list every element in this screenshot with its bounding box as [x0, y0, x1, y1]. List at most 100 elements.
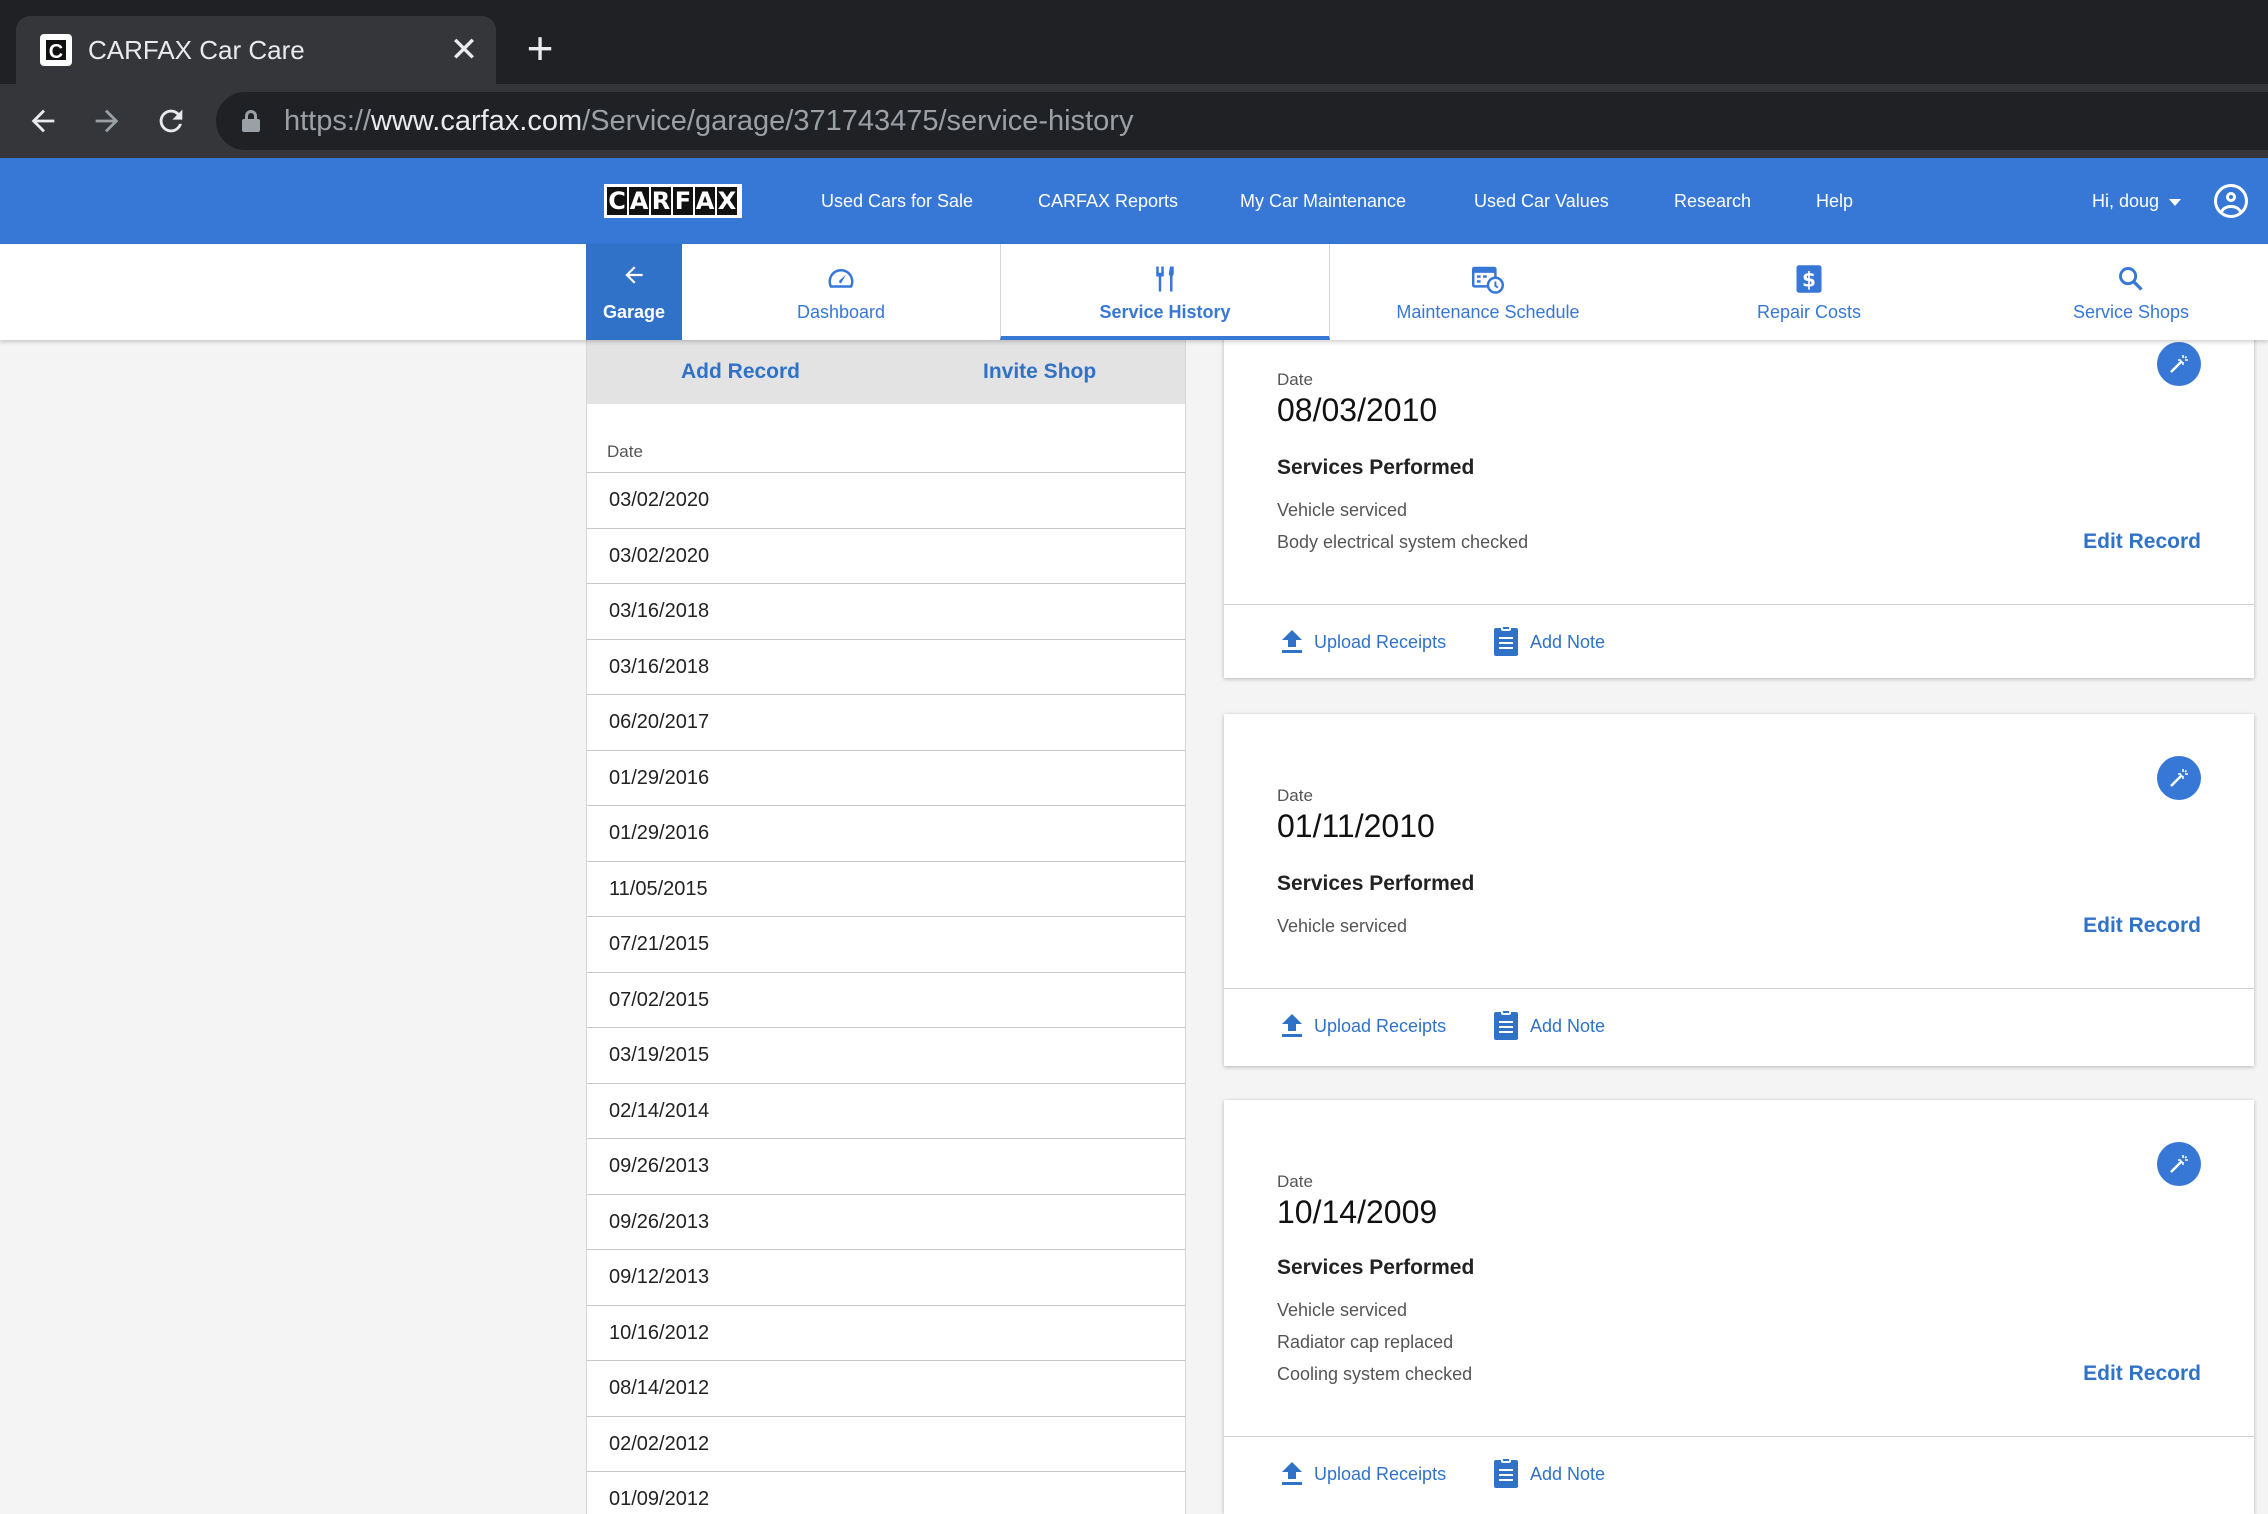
tab-repair-costs[interactable]: $ Repair Costs: [1646, 244, 1972, 340]
edit-record-button[interactable]: Edit Record: [2083, 914, 2201, 938]
nav-help[interactable]: Help: [1816, 186, 1853, 216]
date-list-item[interactable]: 09/26/2013: [587, 1139, 1185, 1195]
magic-wand-icon[interactable]: [2157, 342, 2201, 386]
date-list-item[interactable]: 03/16/2018: [587, 584, 1185, 640]
new-tab-icon[interactable]: +: [516, 24, 564, 72]
add-note-button[interactable]: Add Note: [1494, 625, 1605, 656]
record-date-label: Date: [1277, 786, 1313, 805]
upload-icon: [1282, 630, 1302, 654]
date-list-item[interactable]: 11/05/2015: [587, 862, 1185, 917]
date-list-item[interactable]: 01/09/2012: [587, 1472, 1185, 1514]
date-list-item[interactable]: 03/16/2018: [587, 640, 1185, 695]
upload-receipts-button[interactable]: Upload Receipts: [1282, 1462, 1446, 1486]
user-menu[interactable]: Hi, doug: [2092, 186, 2182, 216]
date-list-item[interactable]: 01/29/2016: [587, 806, 1185, 862]
services-performed-title: Services Performed: [1277, 456, 1475, 479]
card-divider: [1224, 604, 2254, 605]
record-date: 08/03/2010: [1277, 392, 1438, 428]
garage-subnav: Garage Dashboard Service History Mainten…: [0, 244, 2268, 340]
services-performed-title: Services Performed: [1277, 872, 1475, 895]
back-arrow-icon: [586, 262, 682, 294]
date-list-item[interactable]: 01/29/2016: [587, 751, 1185, 806]
date-list-item[interactable]: 06/20/2017: [587, 695, 1185, 751]
browser-tab-bar: C CARFAX Car Care ✕ +: [0, 0, 2268, 84]
date-list-item[interactable]: 03/19/2015: [587, 1028, 1185, 1084]
date-list-item[interactable]: 09/12/2013: [587, 1250, 1185, 1306]
clipboard-icon: [1494, 625, 1518, 656]
tab-service-history[interactable]: Service History: [1000, 244, 1330, 340]
date-list-item[interactable]: 03/02/2020: [587, 529, 1185, 584]
service-item: Body electrical system checked: [1277, 532, 1529, 552]
invite-shop-button[interactable]: Invite Shop: [983, 358, 1096, 386]
add-record-button[interactable]: Add Record: [681, 358, 800, 386]
tab-dashboard[interactable]: Dashboard: [682, 244, 1000, 340]
svg-text:$: $: [1802, 268, 1816, 292]
browser-toolbar: https://www.carfax.com/Service/garage/37…: [0, 84, 2268, 158]
url-text: https://www.carfax.com/Service/garage/37…: [284, 105, 1134, 137]
service-record-card: Date 10/14/2009 Services Performed Vehic…: [1224, 1100, 2254, 1514]
back-arrow-icon[interactable]: [18, 96, 68, 146]
service-item: Cooling system checked: [1277, 1364, 1473, 1384]
service-date-list-panel: Add Record Invite Shop Date 03/02/2020 0…: [586, 340, 1186, 1514]
card-divider: [1224, 988, 2254, 989]
tab-service-shops[interactable]: Service Shops: [1972, 244, 2268, 340]
date-list-item[interactable]: 02/02/2012: [587, 1417, 1185, 1472]
add-note-button[interactable]: Add Note: [1494, 1457, 1605, 1488]
dollar-icon: $: [1646, 262, 1972, 296]
record-date-label: Date: [1277, 370, 1313, 389]
edit-record-button[interactable]: Edit Record: [2083, 1362, 2201, 1386]
service-item: Radiator cap replaced: [1277, 1332, 1454, 1352]
date-list-item[interactable]: 10/16/2012: [587, 1306, 1185, 1361]
calendar-clock-icon: [1330, 262, 1646, 296]
date-list-item[interactable]: 07/02/2015: [587, 973, 1185, 1028]
carfax-logo[interactable]: CARFAX: [604, 184, 742, 218]
date-list-item[interactable]: 07/21/2015: [587, 917, 1185, 973]
services-performed-title: Services Performed: [1277, 1256, 1475, 1279]
date-list-item[interactable]: 02/14/2014: [587, 1084, 1185, 1139]
service-item: Vehicle serviced: [1277, 1300, 1408, 1320]
nav-my-car-maintenance[interactable]: My Car Maintenance: [1240, 186, 1406, 216]
upload-receipts-button[interactable]: Upload Receipts: [1282, 1014, 1446, 1038]
date-column-header: Date: [607, 442, 643, 461]
date-list-item[interactable]: 03/02/2020: [587, 473, 1185, 529]
service-item: Vehicle serviced: [1277, 916, 1408, 936]
nav-used-car-values[interactable]: Used Car Values: [1474, 186, 1609, 216]
date-list-item[interactable]: 09/26/2013: [587, 1195, 1185, 1250]
edit-record-button[interactable]: Edit Record: [2083, 530, 2201, 554]
service-record-card: Date 01/11/2010 Services Performed Vehic…: [1224, 714, 2254, 1066]
tab-title: CARFAX Car Care: [88, 35, 305, 65]
magic-wand-icon[interactable]: [2157, 1142, 2201, 1186]
add-note-button[interactable]: Add Note: [1494, 1009, 1605, 1040]
upload-receipts-button[interactable]: Upload Receipts: [1282, 630, 1446, 654]
record-date: 10/14/2009: [1277, 1194, 1438, 1230]
service-record-card: Date 08/03/2010 Services Performed Vehic…: [1224, 330, 2254, 678]
caret-down-icon: [2169, 198, 2182, 206]
search-icon: [1972, 262, 2268, 296]
account-icon[interactable]: [2214, 184, 2248, 218]
reload-icon[interactable]: [146, 96, 196, 146]
magic-wand-icon[interactable]: [2157, 756, 2201, 800]
date-list-item[interactable]: 08/14/2012: [587, 1361, 1185, 1417]
tab-maintenance-schedule[interactable]: Maintenance Schedule: [1330, 244, 1646, 340]
clipboard-icon: [1494, 1009, 1518, 1040]
card-divider: [1224, 1436, 2254, 1437]
service-item: Vehicle serviced: [1277, 500, 1408, 520]
upload-icon: [1282, 1014, 1302, 1038]
clipboard-icon: [1494, 1457, 1518, 1488]
garage-back-button[interactable]: Garage: [586, 244, 682, 340]
record-date-label: Date: [1277, 1172, 1313, 1191]
lock-icon: [242, 110, 260, 132]
address-bar[interactable]: https://www.carfax.com/Service/garage/37…: [216, 92, 2268, 150]
record-actions-bar: Add Record Invite Shop: [587, 340, 1185, 404]
tab-close-icon[interactable]: ✕: [446, 32, 482, 68]
nav-research[interactable]: Research: [1674, 186, 1751, 216]
browser-tab[interactable]: C CARFAX Car Care ✕: [16, 16, 496, 84]
nav-carfax-reports[interactable]: CARFAX Reports: [1038, 186, 1178, 216]
forward-arrow-icon[interactable]: [82, 96, 132, 146]
carfax-favicon-icon: C: [40, 34, 72, 66]
carfax-header: CARFAX Used Cars for Sale CARFAX Reports…: [0, 158, 2268, 244]
tools-icon: [1001, 262, 1329, 296]
nav-used-cars-for-sale[interactable]: Used Cars for Sale: [821, 186, 973, 216]
record-date: 01/11/2010: [1277, 808, 1435, 844]
speedometer-icon: [682, 262, 1000, 296]
